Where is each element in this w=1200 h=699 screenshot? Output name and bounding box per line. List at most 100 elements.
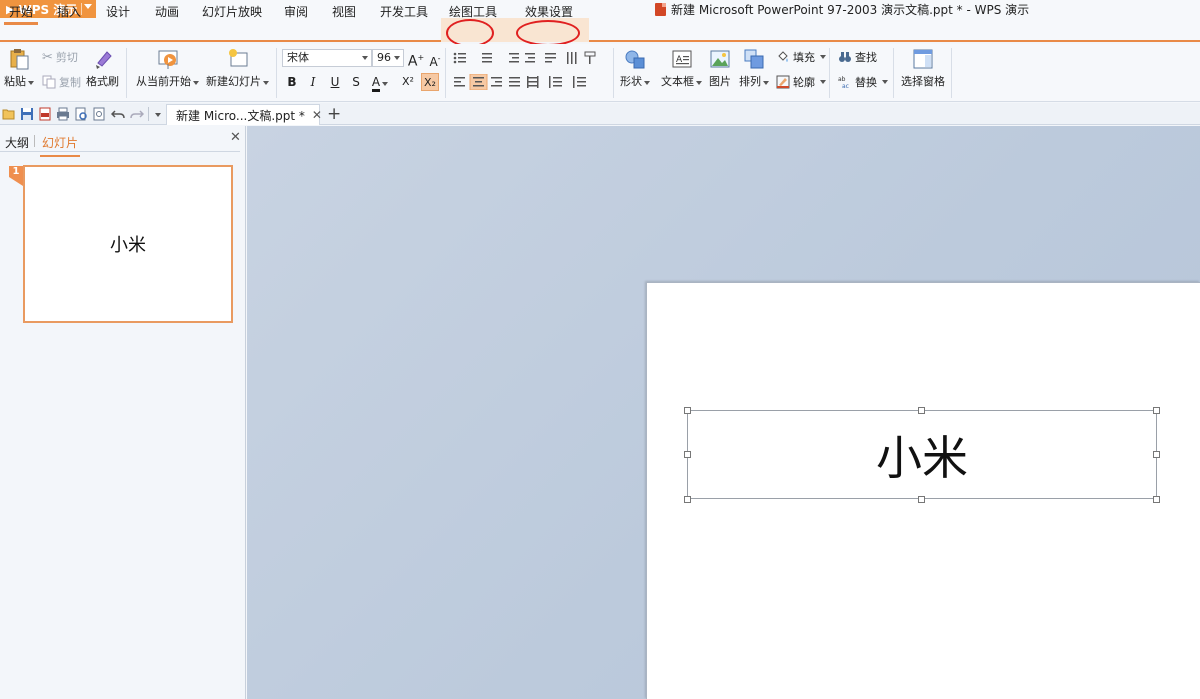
resize-handle[interactable] [684, 496, 691, 503]
arrange-icon [744, 49, 764, 69]
replace-button[interactable]: ab ac 替换 [838, 74, 888, 90]
play-from-current-button[interactable]: 从当前开始 [136, 48, 199, 89]
tab-outline[interactable]: 大纲 [5, 134, 29, 151]
tab-slides[interactable]: 幻灯片 [39, 134, 81, 157]
font-color-button[interactable]: A [367, 73, 393, 92]
selection-pane-button[interactable]: 选择窗格 [901, 48, 945, 89]
new-slide-button[interactable]: 新建幻灯片 [206, 48, 269, 89]
divider [276, 48, 277, 98]
paste-button[interactable]: 粘贴 [4, 48, 34, 89]
font-size-select[interactable]: 96 [372, 49, 404, 67]
tab-animation[interactable]: 动画 [150, 3, 184, 22]
divider [951, 48, 952, 98]
picture-button[interactable]: 图片 [709, 48, 731, 89]
outline-label: 轮廓 [793, 76, 815, 89]
tab-developer[interactable]: 开发工具 [376, 3, 432, 22]
window-title: 新建 Microsoft PowerPoint 97-2003 演示文稿.ppt… [655, 1, 1029, 18]
resize-handle[interactable] [918, 407, 925, 414]
resize-handle[interactable] [1153, 496, 1160, 503]
copy-label: 复制 [59, 76, 81, 89]
font-color-label: A [371, 76, 381, 92]
undo-icon[interactable] [111, 107, 125, 121]
slide-text[interactable]: 小米 [876, 422, 968, 488]
selection-pane-icon [913, 49, 933, 69]
tab-review[interactable]: 审阅 [279, 3, 313, 22]
close-tab-icon[interactable]: ✕ [312, 108, 322, 122]
outline-button[interactable]: 轮廓 [776, 74, 826, 90]
ppt-file-icon [655, 3, 666, 16]
divider [893, 48, 894, 98]
resize-handle[interactable] [684, 451, 691, 458]
grow-font-button[interactable]: A+ [407, 49, 425, 70]
export-pdf-icon[interactable] [38, 107, 52, 121]
font-name-value: 宋体 [287, 51, 309, 64]
text-shadow-button[interactable]: S [347, 73, 365, 91]
tab-slideshow[interactable]: 幻灯片放映 [200, 3, 264, 22]
shrink-font-button[interactable]: A- [426, 50, 444, 69]
scissors-icon: ✂ [42, 49, 53, 65]
selection-pane-label: 选择窗格 [901, 75, 945, 88]
document-tab[interactable]: P 新建 Micro...文稿.ppt * ✕ [166, 104, 322, 125]
resize-handle[interactable] [1153, 407, 1160, 414]
chevron-down-icon [696, 81, 702, 85]
customize-quick-access-icon[interactable] [155, 113, 161, 117]
tab-view[interactable]: 视图 [327, 3, 361, 22]
divider [148, 107, 149, 121]
font-name-select[interactable]: 宋体 [282, 49, 372, 67]
page-preview-icon[interactable] [92, 107, 106, 121]
find-label: 查找 [855, 51, 877, 64]
redo-icon[interactable] [130, 107, 144, 121]
cut-button[interactable]: ✂ 剪切 [42, 49, 78, 65]
superscript-button[interactable]: X² [399, 73, 417, 91]
slide-thumbnail[interactable]: 小米 [23, 165, 233, 323]
resize-handle[interactable] [918, 496, 925, 503]
print-icon[interactable] [56, 107, 70, 121]
chevron-down-icon [28, 81, 34, 85]
resize-handle[interactable] [1153, 451, 1160, 458]
save-icon[interactable] [20, 107, 34, 121]
tab-design[interactable]: 设计 [101, 3, 135, 22]
window-title-text: 新建 Microsoft PowerPoint 97-2003 演示文稿.ppt… [671, 3, 1030, 17]
print-preview-icon[interactable] [74, 107, 88, 121]
grow-font-label: A [407, 53, 418, 70]
fill-button[interactable]: 填充 [776, 49, 826, 65]
textbox-label: 文本框 [661, 75, 694, 88]
textbox-button[interactable]: A 文本框 [661, 48, 702, 89]
alignment-icons [454, 74, 586, 90]
arrange-button[interactable]: 排列 [739, 48, 769, 89]
slide-thumbnail-text: 小米 [110, 235, 146, 256]
cut-label: 剪切 [55, 51, 78, 64]
outline-pen-icon [776, 75, 790, 89]
font-size-value: 96 [377, 51, 391, 64]
bold-button[interactable]: B [283, 73, 301, 91]
slide-number-badge: 1 [9, 166, 23, 186]
resize-handle[interactable] [684, 407, 691, 414]
copy-button[interactable]: 复制 [42, 74, 81, 90]
open-folder-icon[interactable] [2, 107, 16, 121]
shapes-button[interactable]: 形状 [620, 48, 650, 89]
new-tab-button[interactable]: + [327, 105, 341, 123]
new-slide-icon [228, 49, 247, 67]
shrink-font-label: A [429, 55, 438, 69]
play-from-current-label: 从当前开始 [136, 75, 191, 88]
shapes-icon [625, 50, 645, 69]
slide-textbox[interactable]: 小米 [687, 410, 1157, 499]
svg-text:ac: ac [842, 83, 849, 89]
list-format-icons [453, 51, 596, 64]
annotation-circle [516, 20, 580, 46]
divider [34, 135, 35, 147]
format-painter-button[interactable]: 格式刷 [86, 48, 119, 89]
subscript-button[interactable]: X₂ [421, 73, 439, 91]
close-panel-icon[interactable]: ✕ [230, 130, 241, 145]
chevron-down-icon [382, 82, 389, 86]
chevron-down-icon [193, 81, 199, 85]
italic-button[interactable]: I [304, 73, 322, 91]
tab-home[interactable]: 开始 [4, 3, 38, 25]
fill-label: 填充 [793, 51, 815, 64]
underline-button[interactable]: U [326, 73, 344, 91]
tab-insert[interactable]: 插入 [52, 3, 86, 22]
replace-icon: abac [838, 76, 849, 89]
chevron-down-icon [882, 80, 888, 84]
chevron-down-icon [820, 55, 826, 59]
find-button[interactable]: 查找 [838, 49, 877, 65]
